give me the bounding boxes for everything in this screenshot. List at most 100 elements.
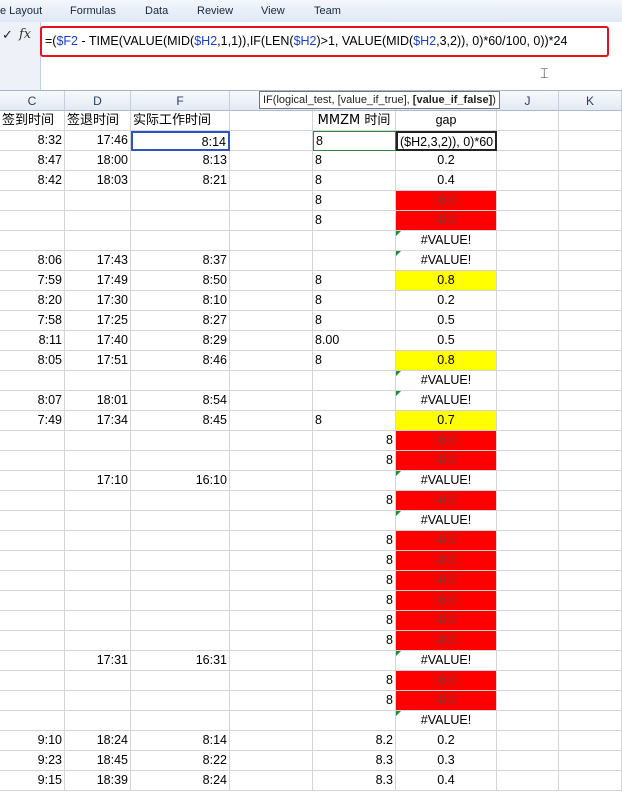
cell-j[interactable] bbox=[497, 191, 559, 211]
cell-g[interactable] bbox=[230, 731, 313, 751]
cell-g[interactable] bbox=[230, 291, 313, 311]
cell-checkin[interactable] bbox=[0, 491, 65, 511]
cell-worktime[interactable] bbox=[131, 211, 230, 231]
cell-j[interactable] bbox=[497, 591, 559, 611]
cell-mmzm[interactable]: 8.00 bbox=[313, 331, 396, 351]
cell-j[interactable] bbox=[497, 551, 559, 571]
cell-mmzm[interactable]: 8 bbox=[313, 551, 396, 571]
cell-mmzm[interactable]: 8 bbox=[313, 671, 396, 691]
cell-gap[interactable]: -8.0 bbox=[396, 211, 497, 231]
cell-checkout[interactable] bbox=[65, 711, 131, 731]
cell-k[interactable] bbox=[559, 451, 622, 471]
cell-checkin[interactable] bbox=[0, 511, 65, 531]
column-header-c[interactable]: C bbox=[0, 91, 65, 111]
column-header-k[interactable]: K bbox=[559, 91, 622, 111]
cell-k[interactable] bbox=[559, 251, 622, 271]
cell-j[interactable] bbox=[497, 531, 559, 551]
cell-worktime[interactable] bbox=[131, 371, 230, 391]
cell-k[interactable] bbox=[559, 471, 622, 491]
cell-k[interactable] bbox=[559, 171, 622, 191]
cell-checkin[interactable] bbox=[0, 551, 65, 571]
tab-view[interactable]: View bbox=[261, 5, 285, 17]
cell-worktime[interactable] bbox=[131, 671, 230, 691]
cell-j[interactable] bbox=[497, 151, 559, 171]
cell-checkout[interactable]: 17:40 bbox=[65, 331, 131, 351]
cell-j[interactable] bbox=[497, 711, 559, 731]
cell-mmzm[interactable] bbox=[313, 471, 396, 491]
cell-g[interactable] bbox=[230, 691, 313, 711]
cell-worktime[interactable]: 8:10 bbox=[131, 291, 230, 311]
cell-checkin[interactable] bbox=[0, 371, 65, 391]
cell-checkout[interactable] bbox=[65, 631, 131, 651]
cell-g[interactable] bbox=[230, 351, 313, 371]
cell-mmzm[interactable]: 8 bbox=[313, 311, 396, 331]
cell-mmzm[interactable]: 8 bbox=[313, 691, 396, 711]
cell-checkout[interactable]: 17:25 bbox=[65, 311, 131, 331]
cell-checkin[interactable]: 8:47 bbox=[0, 151, 65, 171]
cell-j[interactable] bbox=[497, 651, 559, 671]
cell-k[interactable] bbox=[559, 731, 622, 751]
cell-k[interactable] bbox=[559, 291, 622, 311]
cell-checkout[interactable] bbox=[65, 691, 131, 711]
header-cell-worktime[interactable]: 实际工作时间 bbox=[131, 111, 230, 131]
cell-g[interactable] bbox=[230, 711, 313, 731]
cell-j[interactable] bbox=[497, 411, 559, 431]
cell-gap[interactable]: #VALUE! bbox=[396, 391, 497, 411]
cell-worktime[interactable] bbox=[131, 491, 230, 511]
cell-j[interactable] bbox=[497, 691, 559, 711]
cell-checkin[interactable] bbox=[0, 611, 65, 631]
cell-g[interactable] bbox=[230, 391, 313, 411]
cell-j[interactable] bbox=[497, 171, 559, 191]
cell-j[interactable] bbox=[497, 511, 559, 531]
cell-j[interactable] bbox=[497, 731, 559, 751]
cell-mmzm[interactable]: 8 bbox=[313, 291, 396, 311]
cell-j[interactable] bbox=[497, 351, 559, 371]
cell-gap[interactable]: 0.3 bbox=[396, 751, 497, 771]
cell-mmzm[interactable]: 8 bbox=[313, 171, 396, 191]
cell-checkout[interactable]: 18:00 bbox=[65, 151, 131, 171]
cell-checkin[interactable]: 7:59 bbox=[0, 271, 65, 291]
cell-checkin[interactable] bbox=[0, 651, 65, 671]
cell-k[interactable] bbox=[559, 751, 622, 771]
cell-j[interactable] bbox=[497, 291, 559, 311]
cell-k[interactable] bbox=[559, 411, 622, 431]
cell-worktime[interactable] bbox=[131, 691, 230, 711]
cell-checkout[interactable]: 18:24 bbox=[65, 731, 131, 751]
cell-worktime[interactable]: 8:21 bbox=[131, 171, 230, 191]
cell-k[interactable] bbox=[559, 531, 622, 551]
cell-checkin[interactable] bbox=[0, 671, 65, 691]
cell-checkin[interactable] bbox=[0, 531, 65, 551]
tab-page-layout[interactable]: e Layout bbox=[0, 5, 42, 17]
cell-g[interactable] bbox=[230, 251, 313, 271]
cell-g[interactable] bbox=[230, 591, 313, 611]
cell-checkout[interactable] bbox=[65, 191, 131, 211]
cell-mmzm[interactable]: 8 bbox=[313, 531, 396, 551]
cell-worktime[interactable]: 8:45 bbox=[131, 411, 230, 431]
cell-gap[interactable]: -8.0 bbox=[396, 591, 497, 611]
header-cell-mmzm[interactable]: MMZM 时间 bbox=[313, 111, 396, 131]
cell-checkout[interactable]: 17:10 bbox=[65, 471, 131, 491]
column-header-f[interactable]: F bbox=[131, 91, 230, 111]
cell-j[interactable] bbox=[497, 331, 559, 351]
cell-checkout[interactable]: 17:49 bbox=[65, 271, 131, 291]
cell-worktime[interactable]: 8:14 bbox=[131, 131, 230, 151]
cell-gap[interactable]: -8.0 bbox=[396, 611, 497, 631]
cell-j[interactable] bbox=[497, 311, 559, 331]
cell-mmzm[interactable]: 8.2 bbox=[313, 731, 396, 751]
cell-worktime[interactable]: 16:31 bbox=[131, 651, 230, 671]
cell-g[interactable] bbox=[230, 651, 313, 671]
cell-g[interactable] bbox=[230, 431, 313, 451]
cell-g[interactable] bbox=[230, 631, 313, 651]
cell-k[interactable] bbox=[559, 711, 622, 731]
cell-checkin[interactable] bbox=[0, 431, 65, 451]
header-cell-checkin[interactable]: 签到时间 bbox=[0, 111, 65, 131]
cell-j[interactable] bbox=[497, 491, 559, 511]
cell-j-header[interactable] bbox=[497, 111, 559, 131]
cell-j[interactable] bbox=[497, 231, 559, 251]
cell-j[interactable] bbox=[497, 571, 559, 591]
cell-mmzm[interactable] bbox=[313, 511, 396, 531]
header-cell-gap[interactable]: gap bbox=[396, 111, 497, 131]
cell-gap[interactable]: -8.0 bbox=[396, 551, 497, 571]
cell-gap[interactable]: -8.0 bbox=[396, 191, 497, 211]
cell-checkout[interactable] bbox=[65, 671, 131, 691]
